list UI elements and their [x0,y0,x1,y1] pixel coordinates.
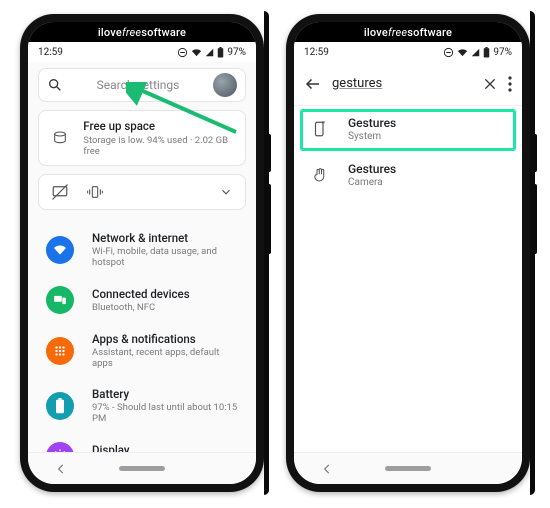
volume-button [533,184,537,254]
settings-item-connected[interactable]: Connected devices Bluetooth, NFC [28,277,256,323]
gesture-hand-icon [308,166,332,184]
search-query-text[interactable]: gestures [332,76,472,91]
settings-item-network[interactable]: Network & internet Wi-Fi, mobile, data u… [28,222,256,277]
status-bar: 12:59 97% [28,42,256,62]
settings-item-apps[interactable]: Apps & notifications Assistant, recent a… [28,323,256,378]
chevron-down-icon [219,185,233,199]
search-results-content: gestures Gestures System [294,62,522,452]
apps-circle-icon [46,337,74,365]
nav-home-pill[interactable] [119,466,165,471]
status-time: 12:59 [38,47,63,58]
android-navbar [294,452,522,484]
free-space-sub: Storage is low. 94% used · 2.02 GB free [83,135,233,157]
nav-back-icon[interactable] [320,462,334,476]
vibrate-icon [87,184,103,200]
overflow-menu-icon[interactable] [508,76,512,92]
status-time: 12:59 [304,47,329,58]
quick-toggle-card[interactable] [38,174,246,210]
search-placeholder: Search settings [73,78,203,92]
wifi-icon [191,47,202,58]
brand-bar: ilovefreesoftware [294,22,522,42]
status-bar: 12:59 97% [294,42,522,62]
settings-list: Network & internet Wi-Fi, mobile, data u… [28,218,256,452]
result-gestures-camera[interactable]: Gestures Camera [294,152,522,198]
power-button [533,134,537,172]
storage-icon [51,130,69,146]
free-up-space-card[interactable]: Free up space Storage is low. 94% used ·… [38,110,246,166]
nav-home-pill[interactable] [385,466,431,471]
volume-button [267,184,271,254]
devices-circle-icon [46,286,74,314]
screen-left: ilovefreesoftware 12:59 97% Search setti… [28,22,256,484]
battery-circle-icon [46,392,74,420]
gesture-phone-icon [308,120,332,138]
battery-percent: 97% [227,47,246,58]
profile-avatar[interactable] [213,73,237,97]
signal-icon [471,47,480,58]
brand-bar: ilovefreesoftware [28,22,256,42]
battery-icon [217,47,224,58]
search-settings-bar[interactable]: Search settings [38,68,246,102]
free-space-title: Free up space [83,119,233,133]
settings-content: Search settings Free up space Storage is… [28,62,256,452]
battery-icon [483,47,490,58]
power-button [267,134,271,172]
search-header: gestures [294,62,522,106]
back-arrow-icon[interactable] [304,75,322,93]
screen-right: ilovefreesoftware 12:59 97% gestures [294,22,522,484]
dnd-icon [443,47,454,58]
dnd-icon [177,47,188,58]
phone-frame-right: ilovefreesoftware 12:59 97% gestures [286,14,530,492]
display-circle-icon [46,442,74,452]
nav-back-icon[interactable] [54,462,68,476]
signal-icon [205,47,214,58]
settings-item-display[interactable]: Display Wallpaper, sleep, font size [28,433,256,452]
status-icons: 97% [177,47,246,58]
clear-icon[interactable] [482,76,498,92]
phone-frame-left: ilovefreesoftware 12:59 97% Search setti… [20,14,264,492]
wifi-icon [457,47,468,58]
battery-percent: 97% [493,47,512,58]
settings-item-battery[interactable]: Battery 97% - Should last until about 10… [28,378,256,433]
cast-off-icon [51,183,69,201]
result-gestures-system[interactable]: Gestures System [294,106,522,152]
status-icons: 97% [443,47,512,58]
android-navbar [28,452,256,484]
wifi-circle-icon [46,236,74,264]
search-icon [47,77,63,93]
